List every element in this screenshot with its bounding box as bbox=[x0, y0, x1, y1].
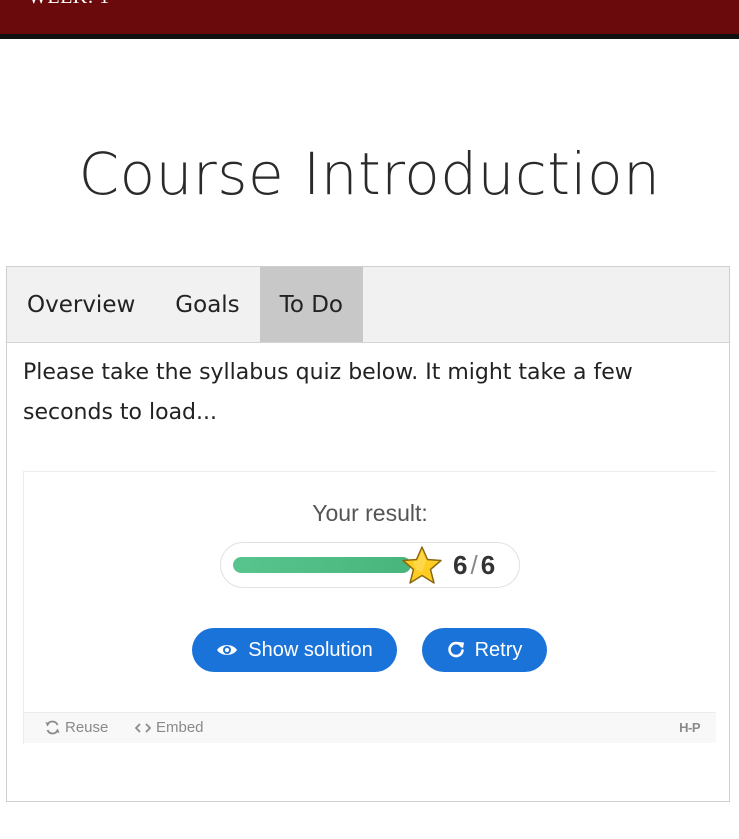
star-icon bbox=[402, 546, 442, 584]
tab-goals[interactable]: Goals bbox=[155, 267, 259, 342]
eye-icon bbox=[216, 643, 238, 657]
result-label: Your result: bbox=[312, 500, 428, 526]
tab-overview[interactable]: Overview bbox=[7, 267, 155, 342]
embed-link[interactable]: Embed bbox=[135, 719, 204, 736]
intro-text: Please take the syllabus quiz below. It … bbox=[23, 360, 633, 425]
h5p-footer: Reuse Embed H-P bbox=[24, 712, 716, 743]
score-value: 6 bbox=[453, 550, 468, 580]
embed-label: Embed bbox=[156, 719, 204, 736]
score-bar: 6/6 bbox=[220, 542, 520, 588]
score-text: 6/6 bbox=[453, 550, 495, 581]
tab-bar: Overview Goals To Do bbox=[7, 267, 729, 343]
site-header: WEEK: 1 bbox=[0, 0, 739, 39]
progress-track bbox=[233, 557, 411, 573]
retry-label: Retry bbox=[474, 638, 523, 661]
h5p-quiz-container: Your result: 6/6 Show solution Retry Reu… bbox=[23, 471, 716, 744]
show-solution-label: Show solution bbox=[248, 638, 373, 661]
refresh-icon bbox=[45, 720, 60, 735]
reuse-label: Reuse bbox=[65, 719, 109, 736]
code-icon bbox=[135, 722, 151, 733]
tab-to-do[interactable]: To Do bbox=[259, 267, 363, 342]
tab-panel: Overview Goals To Do Please take the syl… bbox=[6, 266, 730, 802]
week-label: WEEK: 1 bbox=[28, 0, 110, 9]
progress-fill bbox=[233, 557, 411, 573]
score-separator: / bbox=[470, 550, 478, 580]
page-title: Course Introduction bbox=[78, 140, 661, 208]
reuse-link[interactable]: Reuse bbox=[45, 719, 108, 736]
h5p-logo[interactable]: H-P bbox=[679, 720, 700, 735]
show-solution-button[interactable]: Show solution bbox=[192, 628, 397, 672]
score-max: 6 bbox=[480, 550, 496, 580]
retry-button[interactable]: Retry bbox=[422, 628, 547, 672]
retry-icon bbox=[447, 641, 465, 659]
